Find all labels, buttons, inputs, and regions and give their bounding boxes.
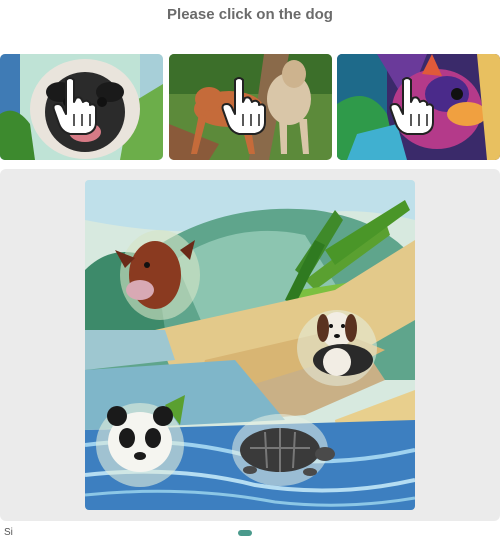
- pointing-hand-icon: [52, 77, 97, 135]
- pointing-hand-icon: [221, 77, 266, 135]
- footer-text: Si: [4, 527, 13, 536]
- challenge-prompt: Please click on the dog: [167, 6, 333, 23]
- challenge-image[interactable]: [85, 180, 415, 510]
- example-images-row: [0, 54, 500, 160]
- pointing-hand-icon: [389, 77, 434, 135]
- example-image-pug: [0, 54, 163, 160]
- challenge-panel: [0, 169, 500, 521]
- example-image-running-dog: [169, 54, 332, 160]
- footer-indicator: [238, 530, 252, 536]
- dog-target[interactable]: [297, 310, 377, 386]
- footer: Si: [0, 526, 500, 536]
- example-image-colorful-dog: [337, 54, 500, 160]
